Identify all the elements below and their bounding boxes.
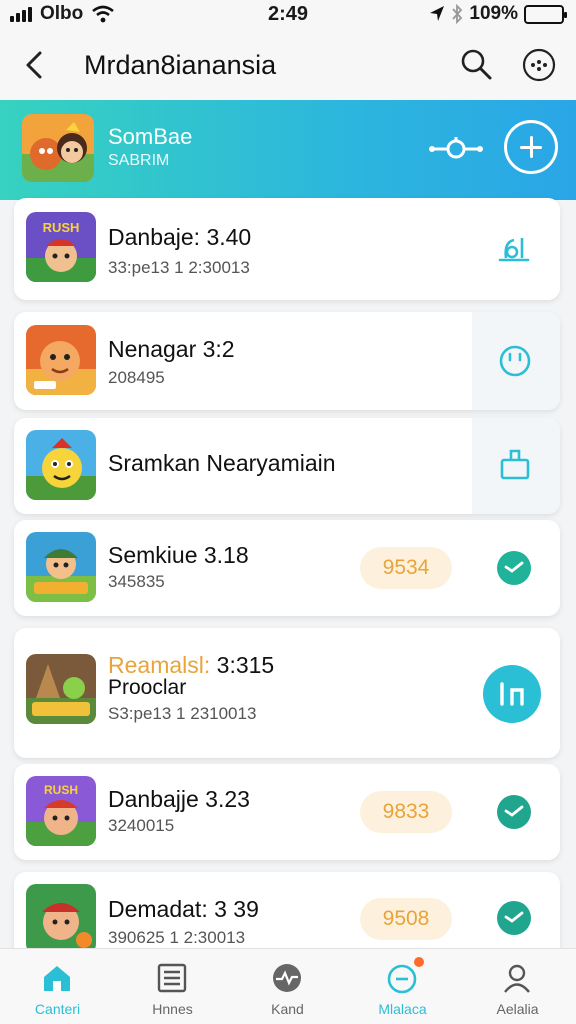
profile-icon: [504, 964, 530, 993]
banner-thumbnail: [22, 114, 94, 182]
svg-text:RUSH: RUSH: [43, 220, 80, 235]
game-thumbnail: [26, 532, 96, 602]
item-title: Semkiue 3.18: [108, 542, 249, 568]
tab-home[interactable]: Canteri: [0, 949, 115, 1024]
game-thumbnail: [26, 884, 96, 954]
score-badge: 9508: [360, 898, 452, 940]
tab-label: Mlalaca: [378, 1001, 427, 1017]
bluetooth-icon: [452, 4, 463, 24]
battery-percent: 109%: [469, 3, 518, 24]
item-title-rest: 3:315: [216, 652, 275, 678]
item-title: Reamalsl: 3:315: [108, 652, 274, 679]
banner-subtitle: SABRIM: [108, 152, 170, 169]
play-badge-icon[interactable]: [496, 794, 532, 830]
list-item[interactable]: Semkiue 3.18 345835 9534: [14, 520, 560, 616]
item-title: Demadat: 3 39: [108, 896, 259, 922]
add-button[interactable]: [504, 120, 558, 174]
item-title-highlight: Reamalsl:: [108, 652, 217, 678]
list-item[interactable]: Reamalsl: 3:315 Prooclar S3:pe13 1 23100…: [14, 628, 560, 758]
item-meta: S3:pe13 1 2310013: [108, 704, 257, 723]
item-title: Nenagar 3:2: [108, 336, 235, 362]
tab-list[interactable]: Hnnes: [115, 949, 230, 1024]
play-badge-icon[interactable]: [496, 550, 532, 586]
activity-icon: [273, 964, 301, 992]
item-meta: 345835: [108, 572, 165, 591]
status-bar: Olbo 2:49 109%: [0, 0, 576, 30]
game-thumbnail: [26, 325, 96, 395]
item-meta: 3240015: [108, 816, 175, 835]
list-item[interactable]: Nenagar 3:2 208495: [14, 312, 560, 410]
battery-icon: [524, 4, 567, 24]
share-link-icon[interactable]: [428, 132, 484, 166]
share-icon[interactable]: [498, 446, 532, 482]
nav-bar: Mrdan8ianansia: [0, 30, 576, 100]
game-thumbnail: [26, 430, 96, 500]
back-chevron-icon[interactable]: [18, 48, 52, 82]
item-meta: 390625 1 2:30013: [108, 928, 246, 947]
score-badge: 9833: [360, 791, 452, 833]
tab-activity[interactable]: Kand: [230, 949, 345, 1024]
leaderboard-icon[interactable]: [496, 230, 532, 266]
tab-label: Aelalia: [496, 1001, 539, 1017]
game-thumbnail: [26, 654, 96, 724]
tab-profile[interactable]: Aelalia: [460, 949, 575, 1024]
tab-bar: Canteri Hnnes Kand Mlalaca Aelalia: [0, 948, 576, 1024]
tab-label: Canteri: [34, 1001, 81, 1017]
list-item[interactable]: Sramkan Nearyamiain: [14, 418, 560, 514]
tab-label: Hnnes: [152, 1001, 193, 1017]
list-item[interactable]: RUSH Danbajje 3.23 3240015 9833: [14, 764, 560, 860]
notification-icon: [387, 964, 417, 994]
more-options-icon[interactable]: [520, 46, 558, 84]
item-title: Sramkan Nearyamiain: [108, 450, 336, 476]
status-right: 109%: [429, 3, 567, 25]
game-thumbnail: RUSH: [26, 212, 96, 282]
home-icon: [44, 966, 70, 991]
banner-title: SomBae: [108, 124, 193, 149]
item-meta: 33:pe13 1 2:30013: [108, 258, 250, 277]
item-title: Danbajje 3.23: [108, 786, 250, 812]
tab-label: Kand: [271, 1001, 304, 1017]
page-title: Mrdan8ianansia: [84, 50, 277, 80]
item-title: Danbaje: 3.40: [108, 224, 252, 250]
stats-button-icon[interactable]: [482, 664, 542, 724]
location-arrow-icon: [430, 6, 445, 21]
score-badge: 9534: [360, 547, 452, 589]
list-icon: [157, 963, 187, 993]
svg-text:RUSH: RUSH: [44, 783, 78, 797]
item-subtitle: Prooclar: [108, 676, 187, 699]
item-meta: 208495: [108, 368, 165, 387]
search-icon[interactable]: [458, 46, 494, 82]
tab-messages[interactable]: Mlalaca: [345, 949, 460, 1024]
featured-banner[interactable]: SomBae SABRIM: [0, 100, 576, 200]
game-thumbnail: RUSH: [26, 776, 96, 846]
play-badge-icon[interactable]: [496, 900, 532, 936]
timer-icon[interactable]: [497, 342, 533, 378]
notification-badge: [414, 957, 424, 967]
list-item[interactable]: RUSH Danbaje: 3.40 33:pe13 1 2:30013: [14, 198, 560, 300]
